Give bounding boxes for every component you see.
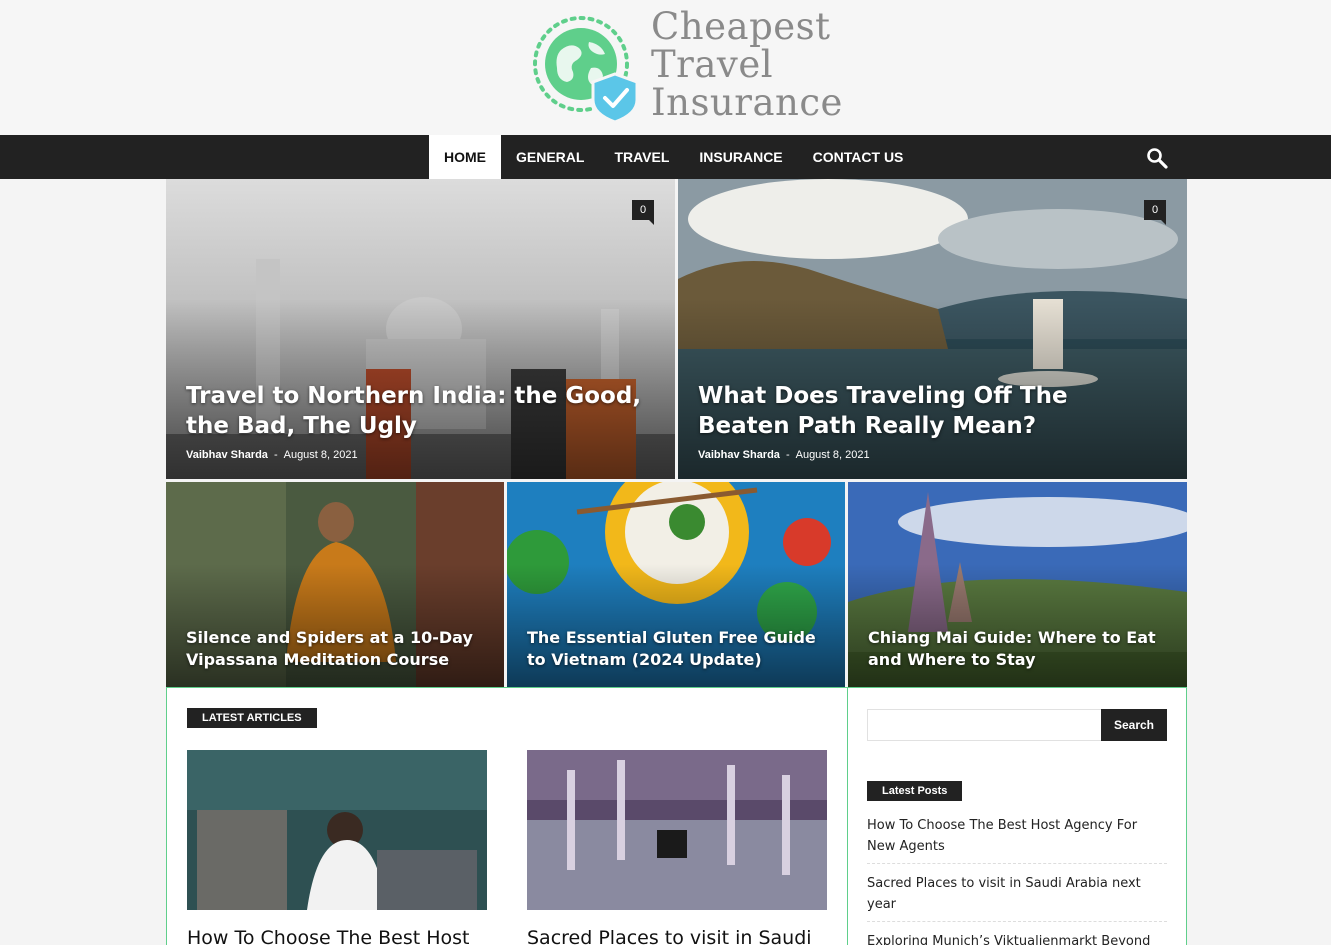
latest-posts-list: How To Choose The Best Host Agency For N… [867, 812, 1167, 945]
post-date: August 8, 2021 [283, 449, 358, 461]
logo-line-3: Insurance [651, 81, 843, 124]
latest-articles-label: LATEST ARTICLES [187, 708, 317, 728]
post-author[interactable]: Vaibhav Sharda [186, 449, 268, 461]
post-date: August 8, 2021 [795, 449, 870, 461]
comment-count[interactable]: 0 [1144, 200, 1166, 225]
article-thumbnail-saudi [527, 750, 827, 910]
featured-title[interactable]: What Does Traveling Off The Beaten Path … [698, 381, 1167, 441]
nav-item-home[interactable]: HOME [429, 135, 501, 179]
nav-item-contact-us[interactable]: CONTACT US [798, 135, 919, 179]
meta-separator: - [273, 449, 278, 461]
article-title[interactable]: How To Choose The Best Host [187, 927, 487, 945]
sidebar-search-button[interactable]: Search [1101, 709, 1167, 741]
article-thumbnail-host-agency [187, 750, 487, 910]
logo-line-2: Travel [651, 43, 774, 86]
site-header: Cheapest Travel Insurance [0, 0, 1331, 135]
sidebar-search-input[interactable] [867, 709, 1102, 741]
logo-wordmark: Cheapest Travel Insurance [651, 8, 843, 122]
nav-item-insurance[interactable]: INSURANCE [684, 135, 797, 179]
featured-title[interactable]: Chiang Mai Guide: Where to Eat and Where… [868, 627, 1167, 671]
latest-post-link[interactable]: Exploring Munich’s Viktualienmarkt Beyon… [867, 928, 1167, 945]
globe-shield-icon [533, 16, 639, 122]
latest-post-link[interactable]: Sacred Places to visit in Saudi Arabia n… [867, 870, 1167, 922]
latest-posts-label: Latest Posts [867, 781, 963, 801]
site-logo[interactable]: Cheapest Travel Insurance [531, 8, 842, 126]
article-title[interactable]: Sacred Places to visit in Saudi [527, 927, 827, 945]
featured-post-4[interactable]: The Essential Gluten Free Guide to Vietn… [507, 482, 845, 687]
main-navigation: HOME GENERAL TRAVEL INSURANCE CONTACT US [0, 135, 1331, 179]
logo-line-1: Cheapest [651, 5, 831, 48]
content-area: LATEST ARTICLES How To Choose The Best H… [166, 687, 1187, 945]
featured-post-2[interactable]: 0 What Does Traveling Off The Beaten Pat… [678, 179, 1187, 479]
featured-post-1[interactable]: 0 Travel to Northern India: the Good, th… [166, 179, 675, 479]
featured-title[interactable]: The Essential Gluten Free Guide to Vietn… [527, 627, 825, 671]
post-author[interactable]: Vaibhav Sharda [698, 449, 780, 461]
comment-count[interactable]: 0 [632, 200, 654, 225]
featured-title[interactable]: Travel to Northern India: the Good, the … [186, 381, 655, 441]
article-card[interactable]: How To Choose The Best Host [187, 750, 487, 945]
article-card[interactable]: Sacred Places to visit in Saudi [527, 750, 827, 945]
meta-separator: - [785, 449, 790, 461]
nav-menu: HOME GENERAL TRAVEL INSURANCE CONTACT US [429, 135, 918, 179]
featured-post-5[interactable]: Chiang Mai Guide: Where to Eat and Where… [848, 482, 1187, 687]
nav-item-general[interactable]: GENERAL [501, 135, 599, 179]
featured-post-3[interactable]: Silence and Spiders at a 10-Day Vipassan… [166, 482, 504, 687]
post-meta: Vaibhav Sharda - August 8, 2021 [186, 449, 358, 461]
featured-title[interactable]: Silence and Spiders at a 10-Day Vipassan… [186, 627, 484, 671]
search-icon[interactable] [1146, 147, 1168, 169]
latest-post-link[interactable]: How To Choose The Best Host Agency For N… [867, 812, 1167, 864]
sidebar-divider [847, 688, 848, 945]
post-meta: Vaibhav Sharda - August 8, 2021 [698, 449, 870, 461]
nav-item-travel[interactable]: TRAVEL [599, 135, 684, 179]
